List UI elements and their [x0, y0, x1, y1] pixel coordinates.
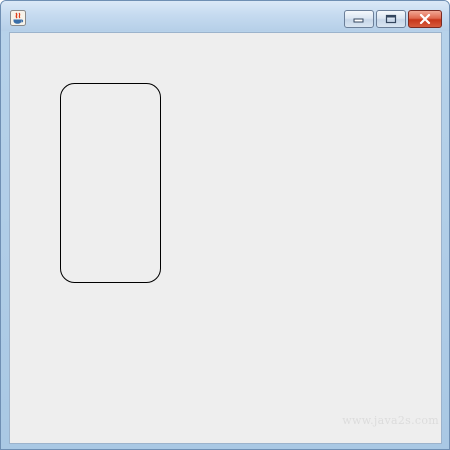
- rounded-rectangle-shape: [60, 83, 161, 283]
- drawing-canvas[interactable]: www.java2s.com: [9, 32, 442, 444]
- java-app-icon[interactable]: [10, 10, 26, 26]
- close-button[interactable]: [408, 10, 442, 28]
- title-bar[interactable]: [1, 1, 449, 31]
- minimize-icon: [353, 18, 364, 23]
- maximize-icon: [385, 14, 397, 24]
- maximize-button[interactable]: [376, 10, 406, 28]
- app-window: www.java2s.com: [0, 0, 450, 450]
- watermark-text: www.java2s.com: [342, 414, 439, 427]
- minimize-button[interactable]: [344, 10, 374, 28]
- canvas-drawing: [60, 83, 161, 283]
- close-icon: [419, 14, 431, 24]
